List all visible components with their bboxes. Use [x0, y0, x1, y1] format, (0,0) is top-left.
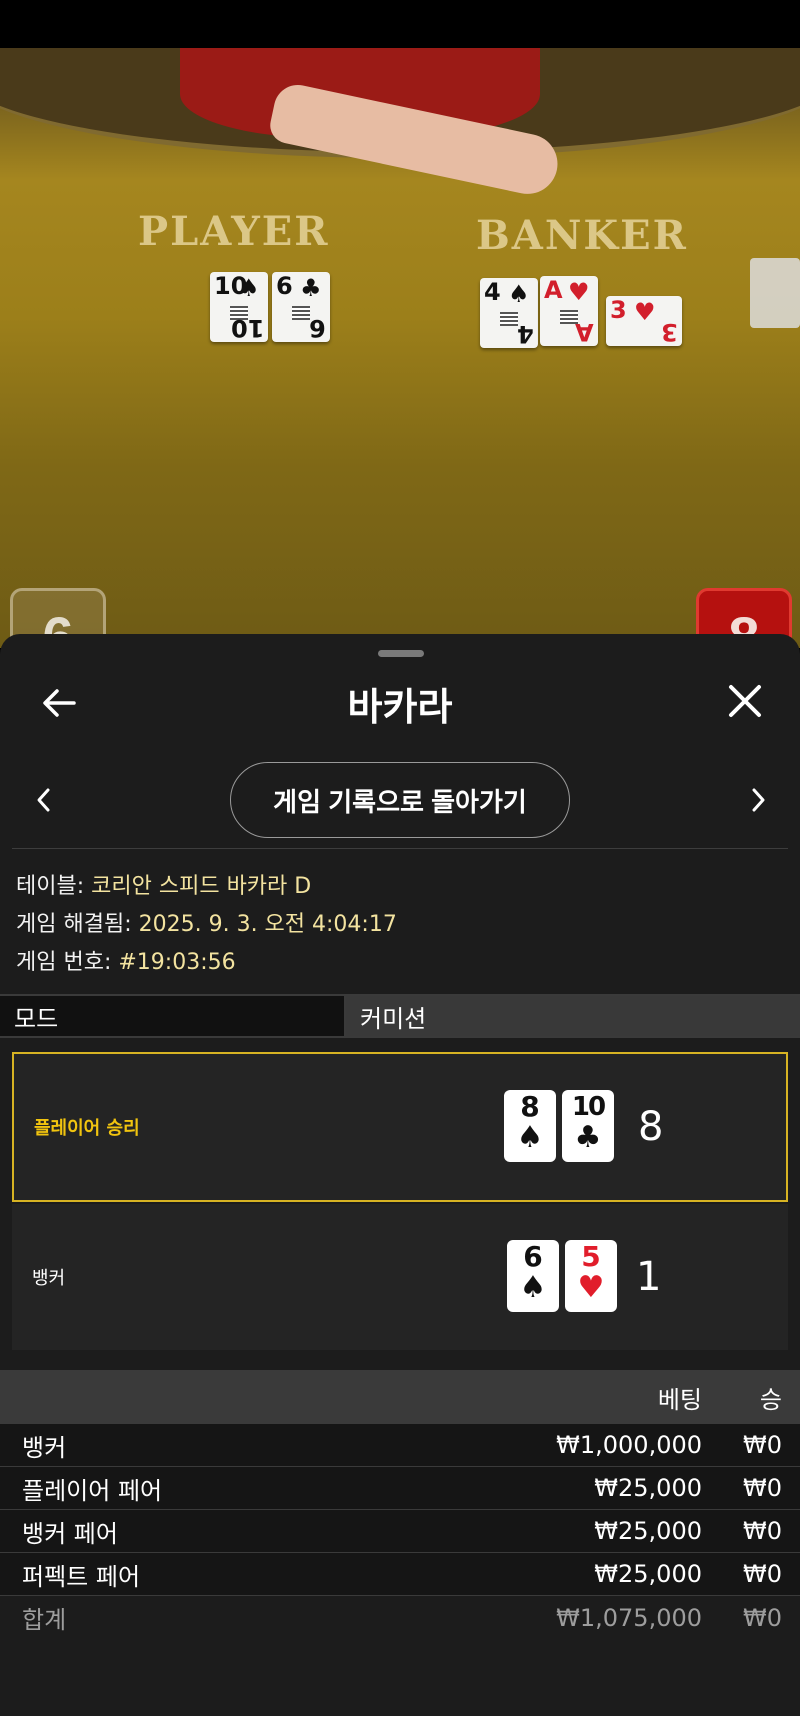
result-player-score: 8	[638, 1104, 664, 1150]
win-amount: ₩0	[743, 1474, 782, 1502]
bet-column-header: 베팅	[657, 1385, 702, 1414]
table-card-banker-1: 4 ♠ 4	[480, 278, 538, 348]
close-button[interactable]	[720, 676, 770, 726]
win-column-header: 승	[759, 1385, 782, 1414]
bet-amount: ₩25,000	[594, 1517, 702, 1545]
win-amount: ₩0	[743, 1517, 782, 1545]
bet-name: 플레이어 페어	[22, 1476, 163, 1505]
mode-row: 모드 커미션	[0, 994, 800, 1038]
result-banker-label: 뱅커	[32, 1268, 66, 1289]
table-card-player-2: 6 ♣ 6	[272, 272, 330, 342]
game-number-label: 게임 번호:	[16, 950, 112, 975]
table-card-banker-3: 3 ♥ 3	[606, 296, 682, 346]
chevron-right-icon	[752, 788, 765, 812]
table-info-value: 코리안 스피드 바카라 D	[91, 874, 312, 899]
table-row: 뱅커 페어 ₩25,000 ₩0	[0, 1510, 800, 1553]
game-number-info: 게임 번호: #19:03:56	[16, 944, 236, 976]
table-card-player-1: 10 ♠ 10	[210, 272, 268, 342]
arrow-left-icon	[43, 689, 76, 717]
card-shoe	[750, 258, 800, 328]
table-info: 테이블: 코리안 스피드 바카라 D	[16, 868, 311, 900]
chevron-left-icon	[37, 788, 50, 812]
page-title: 바카라	[347, 685, 453, 729]
result-banker: 뱅커 6 ♠ 5 ♥ 1	[12, 1204, 788, 1350]
table-row: 플레이어 페어 ₩25,000 ₩0	[0, 1467, 800, 1510]
round-navigation: 게임 기록으로 돌아가기	[0, 760, 800, 840]
result-banker-score: 1	[636, 1254, 662, 1300]
felt-banker-label: BANKER	[476, 212, 688, 259]
mode-value: 커미션	[346, 996, 800, 1036]
game-number-value: #19:03:56	[118, 950, 236, 975]
sheet-header: 바카라	[0, 670, 800, 740]
game-detail-sheet: 바카라 게임 기록으로 돌아가기 테이블: 코리안 스피드 바카라 D 게임 해…	[0, 634, 800, 1716]
result-player-label: 플레이어 승리	[34, 1118, 140, 1139]
total-label: 합계	[22, 1606, 67, 1634]
previous-round-button[interactable]	[26, 782, 62, 818]
resolved-info: 게임 해결됨: 2025. 9. 3. 오전 4:04:17	[16, 906, 397, 938]
divider	[12, 848, 788, 849]
result-card: 6 ♠	[507, 1240, 559, 1312]
bet-name: 뱅커 페어	[22, 1519, 118, 1548]
result-card: 5 ♥	[565, 1240, 617, 1312]
back-to-history-button[interactable]: 게임 기록으로 돌아가기	[230, 762, 570, 838]
felt-player-label: PLAYER	[138, 208, 330, 255]
result-card: 10 ♣	[562, 1090, 614, 1162]
bet-name: 뱅커	[22, 1433, 67, 1462]
status-bar	[0, 0, 800, 48]
bet-amount: ₩25,000	[594, 1560, 702, 1588]
win-amount: ₩0	[743, 1431, 782, 1459]
total-win-amount: ₩0	[743, 1603, 782, 1632]
result-player: 플레이어 승리 8 ♠ 10 ♣ 8	[12, 1052, 788, 1202]
bet-name: 퍼펙트 페어	[22, 1562, 141, 1591]
table-info-label: 테이블:	[16, 874, 85, 899]
back-button[interactable]	[34, 678, 84, 728]
bet-amount: ₩1,000,000	[556, 1431, 702, 1459]
resolved-info-label: 게임 해결됨:	[16, 912, 132, 937]
table-row: 뱅커 ₩1,000,000 ₩0	[0, 1424, 800, 1467]
total-row: 합계 ₩1,075,000 ₩0	[0, 1596, 800, 1639]
bets-table-header: 베팅 승	[0, 1370, 800, 1424]
total-bet-amount: ₩1,075,000	[556, 1603, 702, 1632]
table-card-banker-2: A ♥ A	[540, 276, 598, 346]
mode-label: 모드	[0, 996, 346, 1036]
close-icon	[729, 685, 761, 717]
table-row: 퍼펙트 페어 ₩25,000 ₩0	[0, 1553, 800, 1596]
bet-amount: ₩25,000	[594, 1474, 702, 1502]
win-amount: ₩0	[743, 1560, 782, 1588]
bets-table: 베팅 승 뱅커 ₩1,000,000 ₩0 플레이어 페어 ₩25,000 ₩0…	[0, 1370, 800, 1639]
game-video-frame: PLAYER BANKER 10 ♠ 10 6 ♣ 6 4 ♠ 4 A ♥ A 3 ♥ 3…	[0, 48, 800, 648]
result-card: 8 ♠	[504, 1090, 556, 1162]
drag-handle[interactable]	[378, 650, 424, 657]
next-round-button[interactable]	[740, 782, 776, 818]
resolved-info-value: 2025. 9. 3. 오전 4:04:17	[138, 912, 397, 937]
